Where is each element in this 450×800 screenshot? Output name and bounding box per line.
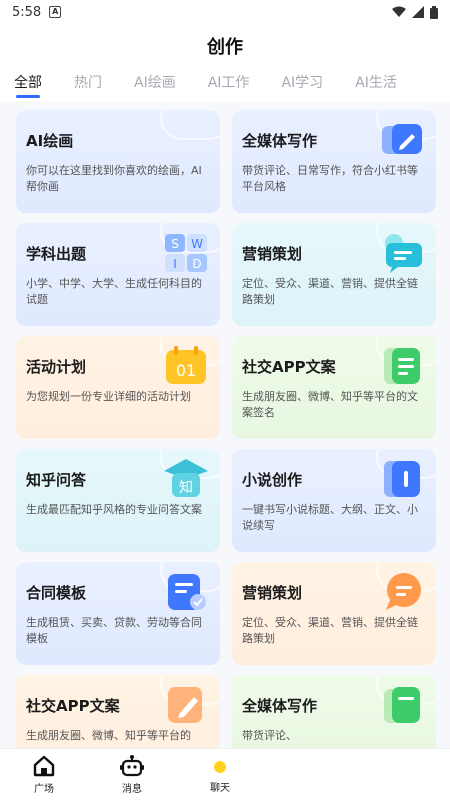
page-title: 创作 — [207, 37, 243, 58]
card-desc: 带货评论、日常写作，符合小红书等平台风格 — [242, 164, 418, 193]
pen-icon — [382, 124, 422, 154]
status-time: 5:58 — [12, 4, 42, 20]
svg-text:01: 01 — [176, 361, 196, 380]
book-icon — [384, 461, 420, 497]
card-decoration — [160, 110, 220, 140]
dot-icon — [214, 761, 226, 773]
wifi-icon — [392, 6, 406, 17]
tab-ai-life[interactable]: AI生活 — [355, 68, 397, 98]
card-desc: 定位、受众、渠道、营销、提供全链路策划 — [242, 616, 418, 645]
nav-chat[interactable]: 聊天 — [176, 755, 264, 794]
battery-icon — [430, 5, 438, 19]
status-bar: 5:58 A — [0, 0, 450, 24]
document-icon — [384, 348, 420, 384]
svg-text:S: S — [171, 237, 179, 251]
green-doc-icon — [384, 687, 420, 723]
card-desc: 定位、受众、渠道、营销、提供全链路策划 — [242, 277, 418, 306]
category-tabs: 全部 热门 AI绘画 AI工作 AI学习 AI生活 — [0, 68, 450, 102]
svg-text:D: D — [192, 257, 201, 271]
tab-all[interactable]: 全部 — [14, 68, 42, 98]
edit-note-icon — [168, 687, 202, 723]
card-zhihu-qa[interactable]: 知 知乎问答 生成最匹配知乎风格的专业问答文案 — [16, 449, 220, 552]
quiz-blocks-icon: S W I D — [165, 234, 207, 272]
robot-icon — [120, 755, 144, 777]
card-media-writing[interactable]: 全媒体写作 带货评论、日常写作，符合小红书等平台风格 — [232, 110, 436, 213]
card-ai-drawing[interactable]: AI绘画 你可以在这里找到你喜欢的绘画，AI帮你画 — [16, 110, 220, 213]
card-contract-template[interactable]: 合同模板 生成租赁、买卖、贷款、劳动等合同模板 — [16, 562, 220, 665]
card-desc: 一键书写小说标题、大纲、正文、小说续写 — [242, 503, 418, 532]
page-header: 创作 — [0, 24, 450, 68]
calendar-icon: 01 — [166, 346, 206, 384]
nav-messages[interactable]: 消息 — [88, 754, 176, 795]
card-desc: 生成朋友圈、微博、知乎等平台的文案签名 — [242, 390, 418, 419]
home-icon — [33, 755, 55, 777]
zhihu-icon: 知 — [164, 459, 208, 497]
notification-a-icon: A — [49, 6, 62, 18]
signal-icon — [412, 6, 424, 18]
card-desc: 生成租赁、买卖、贷款、劳动等合同模板 — [26, 616, 202, 645]
card-novel-writing[interactable]: 小说创作 一键书写小说标题、大纲、正文、小说续写 — [232, 449, 436, 552]
tab-ai-work[interactable]: AI工作 — [208, 68, 250, 98]
card-subject-quiz[interactable]: S W I D 学科出题 小学、中学、大学、生成任何科目的试题 — [16, 223, 220, 326]
tab-ai-study[interactable]: AI学习 — [281, 68, 323, 98]
nav-label: 消息 — [122, 784, 142, 795]
svg-text:知: 知 — [179, 479, 193, 496]
card-desc: 小学、中学、大学、生成任何科目的试题 — [26, 277, 202, 306]
nav-label: 广场 — [34, 784, 54, 795]
card-marketing-plan[interactable]: 营销策划 定位、受众、渠道、营销、提供全链路策划 — [232, 223, 436, 326]
card-marketing-plan-2[interactable]: 营销策划 定位、受众、渠道、营销、提供全链路策划 — [232, 562, 436, 665]
card-desc: 你可以在这里找到你喜欢的绘画，AI帮你画 — [26, 164, 202, 193]
card-desc: 带货评论、 — [242, 729, 297, 742]
nav-label: 聊天 — [210, 783, 230, 794]
contract-icon — [168, 574, 206, 610]
status-indicators — [392, 5, 438, 19]
card-desc: 生成朋友圈、微博、知乎等平台的 — [26, 729, 191, 742]
feature-grid: AI绘画 你可以在这里找到你喜欢的绘画，AI帮你画 全媒体写作 带货评论、日常写… — [16, 110, 436, 778]
nav-square[interactable]: 广场 — [0, 754, 88, 795]
orange-bubble-icon — [386, 573, 421, 610]
tab-hot[interactable]: 热门 — [74, 68, 102, 98]
card-event-plan[interactable]: 01 活动计划 为您规划一份专业详细的活动计划 — [16, 336, 220, 439]
bottom-nav: 广场 消息 聊天 — [0, 748, 450, 800]
chat-bubble-icon — [385, 234, 422, 273]
card-desc: 为您规划一份专业详细的活动计划 — [26, 390, 191, 403]
card-desc: 生成最匹配知乎风格的专业问答文案 — [26, 503, 202, 516]
svg-text:I: I — [173, 257, 177, 271]
svg-text:W: W — [191, 237, 203, 251]
tab-ai-drawing[interactable]: AI绘画 — [134, 68, 176, 98]
card-social-copy[interactable]: 社交APP文案 生成朋友圈、微博、知乎等平台的文案签名 — [232, 336, 436, 439]
